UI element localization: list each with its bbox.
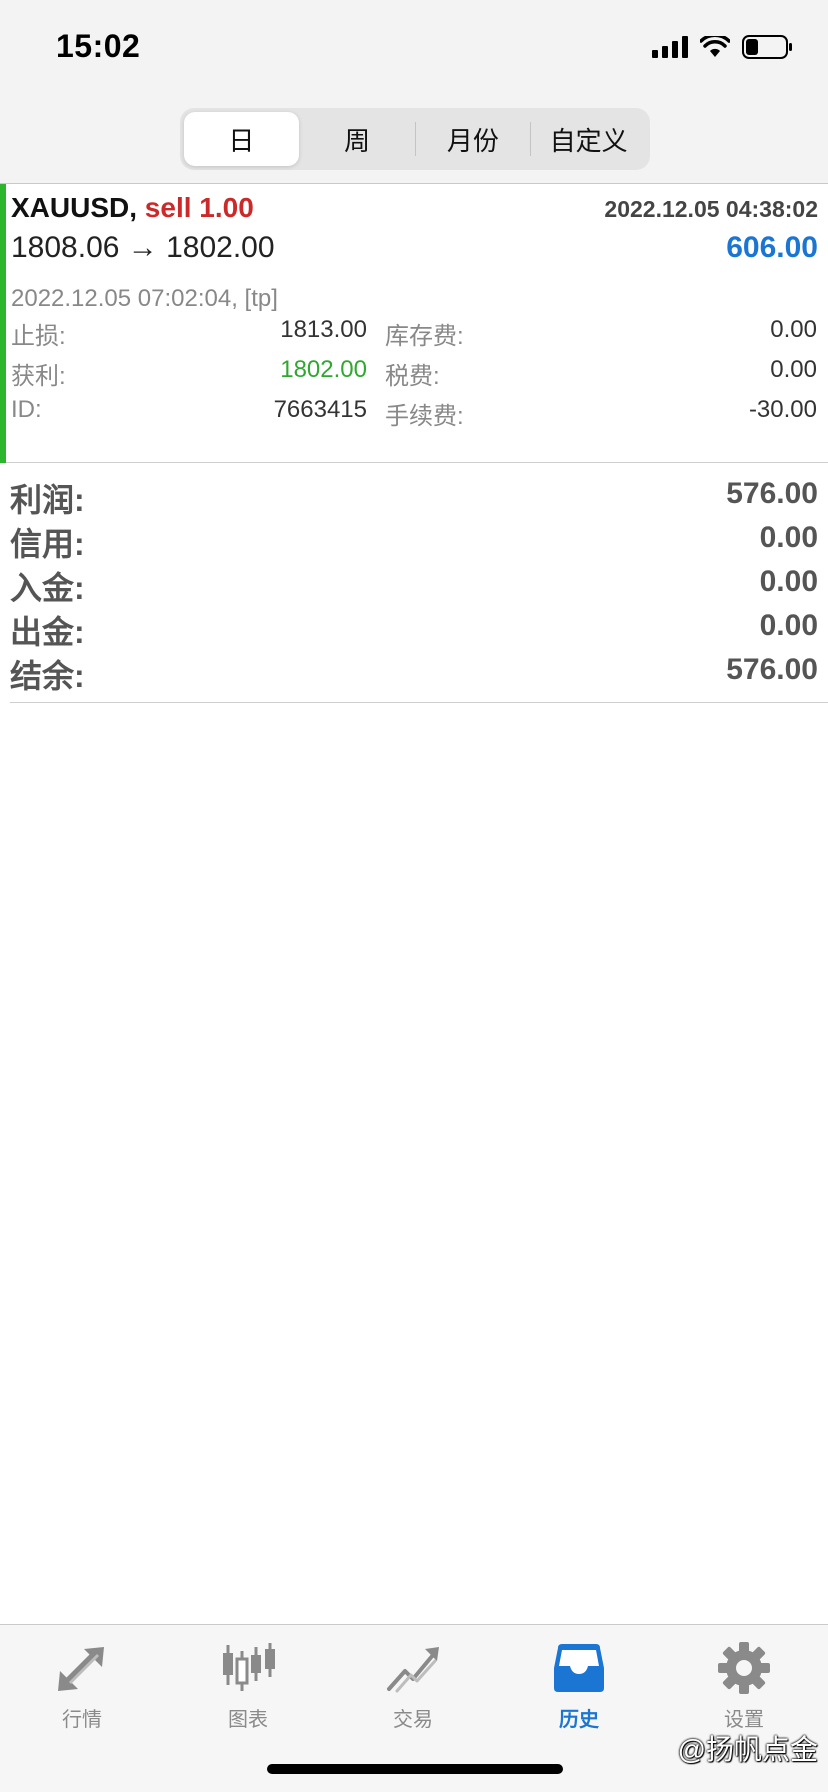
tab-trade[interactable]: 交易 [358, 1639, 468, 1739]
detail-row: 止损: 1813.00 库存费: 0.00 [11, 316, 817, 352]
summary-divider [10, 702, 828, 703]
trade-open-time: 2022.12.05 04:38:02 [604, 196, 818, 222]
segment-week[interactable]: 周 [300, 112, 415, 166]
trade-side: sell 1.00 [144, 192, 254, 223]
summary-value: 0.00 [759, 565, 818, 598]
tab-label: 行情 [62, 1709, 102, 1731]
tax-label: 税费: [385, 363, 440, 390]
account-summary: 利润: 576.00 信用: 0.00 入金: 0.00 出金: 0.00 结余… [10, 475, 818, 695]
take-profit-value: 1802.00 [280, 356, 367, 383]
detail-row: ID: 7663415 手续费: -30.00 [11, 396, 817, 432]
trade-symbol: XAUUSD, sell 1.00 [11, 192, 254, 224]
summary-row-deposit: 入金: 0.00 [10, 563, 818, 607]
tab-chart[interactable]: 图表 [193, 1639, 303, 1739]
tab-label: 历史 [559, 1709, 599, 1731]
id-label: ID: [11, 396, 42, 423]
summary-row-profit: 利润: 576.00 [10, 475, 818, 519]
gear-icon [714, 1639, 774, 1697]
summary-row-balance: 结余: 576.00 [10, 651, 818, 695]
home-indicator[interactable] [267, 1764, 563, 1774]
summary-label: 结余: [10, 658, 85, 694]
segment-day[interactable]: 日 [184, 112, 299, 166]
cellular-signal-icon [652, 36, 688, 58]
trade-prices: 1808.06 → 1802.00 [11, 231, 275, 264]
period-header: 日 周 月份 自定义 [0, 96, 828, 184]
commission-value: -30.00 [748, 396, 817, 423]
take-profit-label: 获利: [11, 363, 66, 390]
history-inbox-icon [549, 1639, 609, 1697]
tab-quotes[interactable]: 行情 [27, 1639, 137, 1739]
summary-label: 入金: [10, 570, 85, 606]
wifi-icon [700, 36, 730, 58]
symbol-name: XAUUSD, [11, 192, 138, 223]
status-bar: 15:02 [0, 0, 828, 96]
period-segmented-control: 日 周 月份 自定义 [180, 108, 650, 170]
summary-value: 0.00 [759, 521, 818, 554]
tab-label: 图表 [228, 1709, 268, 1731]
id-value: 7663415 [273, 396, 367, 423]
trade-history-item[interactable]: XAUUSD, sell 1.00 2022.12.05 04:38:02 18… [0, 184, 828, 463]
summary-label: 利润: [10, 482, 85, 518]
summary-value: 0.00 [759, 609, 818, 642]
quotes-arrows-icon [52, 1639, 112, 1697]
tax-value: 0.00 [770, 356, 817, 383]
watermark: @扬帆点金 [677, 1734, 818, 1765]
trade-indicator-bar [0, 184, 6, 463]
summary-value: 576.00 [726, 477, 818, 510]
stop-loss-value: 1813.00 [280, 316, 367, 343]
summary-label: 信用: [10, 526, 85, 562]
tab-history[interactable]: 历史 [524, 1639, 634, 1739]
summary-row-credit: 信用: 0.00 [10, 519, 818, 563]
segment-month[interactable]: 月份 [416, 112, 531, 166]
detail-row: 获利: 1802.00 税费: 0.00 [11, 356, 817, 392]
tab-settings[interactable]: 设置 [689, 1639, 799, 1739]
candlestick-chart-icon [218, 1639, 278, 1697]
segment-custom[interactable]: 自定义 [531, 112, 646, 166]
status-time: 15:02 [56, 28, 141, 64]
summary-label: 出金: [10, 614, 85, 650]
commission-label: 手续费: [385, 403, 464, 430]
status-icons [652, 34, 794, 60]
summary-row-withdrawal: 出金: 0.00 [10, 607, 818, 651]
summary-value: 576.00 [726, 653, 818, 686]
swap-value: 0.00 [770, 316, 817, 343]
tab-label: 交易 [393, 1709, 433, 1731]
battery-icon [742, 34, 794, 60]
stop-loss-label: 止损: [11, 323, 66, 350]
trade-chart-icon [383, 1639, 443, 1697]
swap-label: 库存费: [385, 323, 464, 350]
trade-close-info: 2022.12.05 07:02:04, [tp] [11, 285, 278, 312]
trade-profit: 606.00 [726, 231, 818, 264]
